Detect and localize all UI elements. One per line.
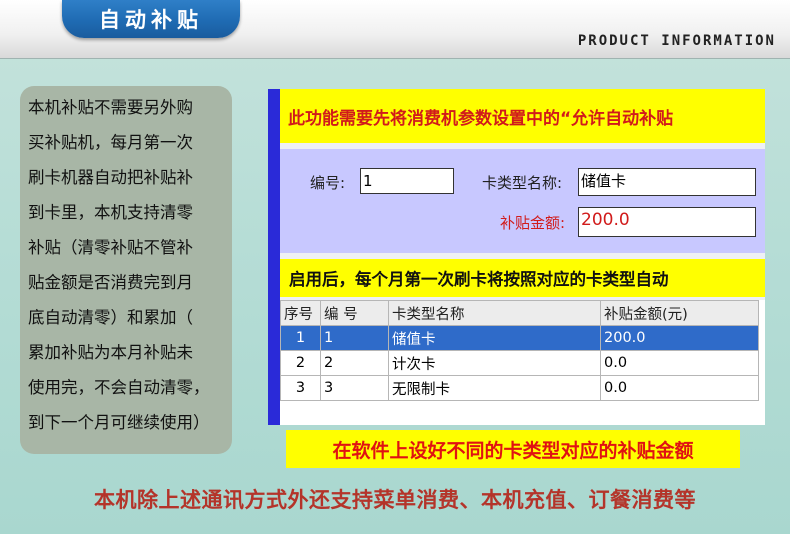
- subsidy-amount-label: 补贴金额:: [500, 214, 566, 232]
- card-type-label: 卡类型名称:: [482, 174, 563, 192]
- description-line: 使用完，不会自动清零，: [28, 378, 210, 397]
- description-line: 累加补贴为本月补贴未: [28, 343, 193, 362]
- cell-amount: 200.0: [600, 325, 759, 351]
- footer-text: 本机除上述通讯方式外还支持菜单消费、本机充值、订餐消费等: [94, 488, 696, 512]
- cell-index: 1: [280, 325, 321, 351]
- id-label: 编号:: [310, 174, 346, 192]
- subsidy-form: 编号: 1 卡类型名称: 储值卡 补贴金额: 200.0: [280, 149, 765, 253]
- card-type-field[interactable]: 储值卡: [578, 168, 756, 196]
- table-row[interactable]: 3 3 无限制卡 0.0: [280, 375, 759, 401]
- card-type-table: 序号 编 号 卡类型名称 补贴金额(元) 1 1 储值卡 200.0 2 2 计…: [280, 300, 765, 425]
- cell-id: 2: [320, 350, 389, 376]
- description-line: 到卡里，本机支持清零: [28, 203, 193, 222]
- page-title: 自动补贴: [62, 0, 240, 38]
- col-header-id[interactable]: 编 号: [320, 300, 389, 326]
- description-line: 底自动清零）和累加（: [28, 308, 193, 327]
- subsidy-amount-field[interactable]: 200.0: [578, 207, 756, 237]
- cell-id: 1: [320, 325, 389, 351]
- description-line: 买补贴机，每月第一次: [28, 133, 193, 152]
- window-left-border: [268, 89, 280, 425]
- notice-monthly-subsidy: 启用后，每个月第一次刷卡将按照对应的卡类型自动: [280, 259, 765, 297]
- cell-card-type: 储值卡: [388, 325, 601, 351]
- description-line: 本机补贴不需要另外购: [28, 98, 193, 117]
- cell-card-type: 计次卡: [388, 350, 601, 376]
- description-line: 刷卡机器自动把补贴补: [28, 168, 193, 187]
- cell-index: 3: [280, 375, 321, 401]
- table-row[interactable]: 1 1 储值卡 200.0: [280, 325, 759, 351]
- cell-amount: 0.0: [600, 375, 759, 401]
- col-header-amount[interactable]: 补贴金额(元): [600, 300, 759, 326]
- notice-enable-auto-subsidy: 此功能需要先将消费机参数设置中的“允许自动补贴: [280, 89, 765, 143]
- product-information-label: PRODUCT INFORMATION: [577, 33, 776, 49]
- description-panel: 本机补贴不需要另外购 买补贴机，每月第一次 刷卡机器自动把补贴补 到卡里，本机支…: [20, 86, 232, 454]
- col-header-index[interactable]: 序号: [280, 300, 321, 326]
- table-header-row: 序号 编 号 卡类型名称 补贴金额(元): [280, 300, 759, 326]
- header-band: 自动补贴 PRODUCT INFORMATION: [0, 0, 790, 59]
- col-header-card-type[interactable]: 卡类型名称: [388, 300, 601, 326]
- description-line: 到下一个月可继续使用）: [28, 413, 210, 432]
- cell-card-type: 无限制卡: [388, 375, 601, 401]
- id-field[interactable]: 1: [360, 168, 454, 194]
- cell-index: 2: [280, 350, 321, 376]
- caption-banner: 在软件上设好不同的卡类型对应的补贴金额: [286, 430, 740, 468]
- cell-id: 3: [320, 375, 389, 401]
- description-line: 补贴（清零补贴不管补: [28, 238, 193, 257]
- cell-amount: 0.0: [600, 350, 759, 376]
- table-row[interactable]: 2 2 计次卡 0.0: [280, 350, 759, 376]
- software-screenshot: 此功能需要先将消费机参数设置中的“允许自动补贴 编号: 1 卡类型名称: 储值卡…: [268, 89, 765, 425]
- description-line: 贴金额是否消费完到月: [28, 273, 193, 292]
